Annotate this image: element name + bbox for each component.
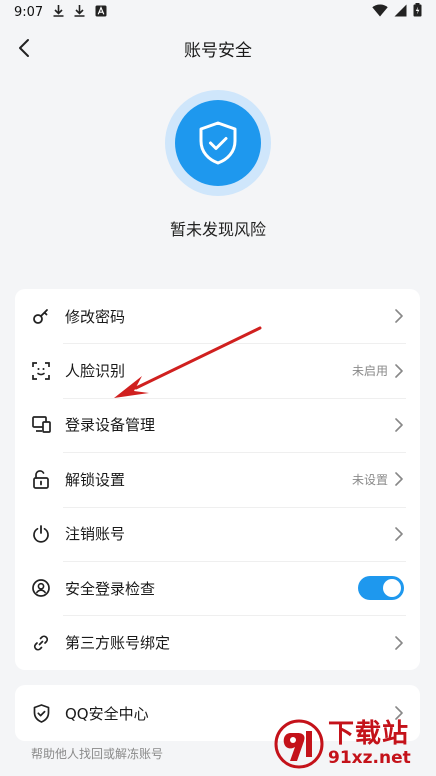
- watermark-cn: 下载站: [328, 719, 410, 749]
- status-time: 9:07: [14, 4, 44, 20]
- site-watermark: 下载站 91xz.net: [274, 716, 434, 772]
- row-label: 注销账号: [65, 525, 126, 544]
- watermark-en: 91xz.net: [328, 748, 411, 768]
- nav-bar: 账号安全: [0, 24, 436, 72]
- download-icon: [53, 5, 64, 19]
- shield-ring: [165, 90, 271, 196]
- font-a-icon: [95, 5, 107, 19]
- row-label: 修改密码: [65, 307, 126, 326]
- security-status-hero: 暂未发现风险: [0, 90, 436, 240]
- row-third-party-binding[interactable]: 第三方账号绑定: [15, 615, 420, 669]
- toggle-knob: [383, 579, 401, 598]
- security-settings-card: 修改密码 人脸识别 未启用 登录设备管理 解锁设置 未设置 注销账号 安全登录检…: [15, 289, 420, 670]
- secure-login-check-toggle[interactable]: [358, 576, 404, 601]
- row-value: 未设置: [351, 472, 388, 487]
- user-circle-icon: [31, 578, 51, 598]
- download-icon: [74, 5, 85, 19]
- back-button[interactable]: [10, 34, 38, 62]
- chevron-right-icon: [395, 472, 403, 487]
- devices-icon: [31, 415, 51, 435]
- watermark-logo-icon: [274, 719, 324, 769]
- signal-icon: [394, 4, 407, 21]
- shield-check-icon: [199, 121, 237, 165]
- chevron-right-icon: [395, 363, 403, 378]
- help-others-link[interactable]: 帮助他人找回或解冻账号: [31, 745, 163, 762]
- row-login-device-management[interactable]: 登录设备管理: [15, 397, 420, 452]
- unlock-icon: [31, 469, 51, 489]
- watermark-text: 下载站 91xz.net: [328, 721, 411, 767]
- chevron-right-icon: [395, 526, 403, 541]
- row-cancel-account[interactable]: 注销账号: [15, 506, 420, 561]
- chevron-right-icon: [395, 635, 403, 650]
- status-right: [372, 3, 422, 21]
- row-label: 登录设备管理: [65, 416, 156, 435]
- row-unlock-settings[interactable]: 解锁设置 未设置: [15, 452, 420, 506]
- row-value: 未启用: [351, 364, 388, 379]
- wifi-icon: [372, 4, 388, 21]
- chevron-left-icon: [19, 39, 29, 57]
- row-face-recognition[interactable]: 人脸识别 未启用: [15, 343, 420, 397]
- status-bar: 9:07: [0, 0, 436, 24]
- row-label: 第三方账号绑定: [65, 634, 171, 653]
- link-icon: [31, 633, 51, 653]
- chevron-right-icon: [395, 418, 403, 432]
- shield-badge: [175, 100, 261, 186]
- security-status-text: 暂未发现风险: [169, 220, 266, 239]
- face-scan-icon: [31, 361, 51, 381]
- battery-icon: [413, 3, 422, 21]
- row-change-password[interactable]: 修改密码: [15, 289, 420, 343]
- key-icon: [31, 306, 51, 326]
- row-label: 安全登录检查: [65, 579, 156, 598]
- page-title: 账号安全: [184, 40, 252, 61]
- power-icon: [31, 524, 51, 544]
- row-label: 人脸识别: [65, 362, 126, 381]
- chevron-right-icon: [395, 309, 403, 323]
- status-left: 9:07: [14, 5, 107, 20]
- row-secure-login-check: 安全登录检查: [15, 560, 420, 615]
- row-label: 解锁设置: [65, 470, 126, 489]
- shield-check-icon: [31, 703, 51, 723]
